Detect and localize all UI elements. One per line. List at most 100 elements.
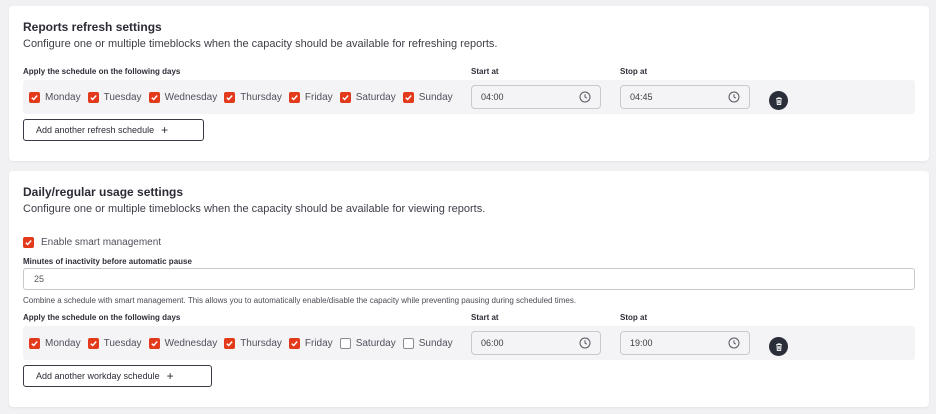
delete-schedule-button[interactable] [769, 91, 788, 110]
check-icon [89, 95, 97, 101]
day-label: Saturday [355, 338, 396, 349]
day-saturday[interactable]: Saturday [339, 338, 403, 349]
refresh-days: Monday Tuesday Wednesday Thursday Friday… [29, 91, 460, 104]
trash-icon [775, 342, 782, 351]
check-icon [291, 95, 298, 101]
day-label: Tuesday [103, 92, 142, 103]
daily-start-time-input[interactable]: 06:00 [471, 331, 601, 355]
day-label: Thursday [240, 338, 282, 349]
check-icon [226, 341, 233, 347]
day-label: Monday [45, 338, 81, 349]
day-sunday[interactable]: Sunday [402, 338, 460, 349]
refresh-stop-time-input[interactable]: 04:45 [620, 85, 750, 109]
day-checkbox[interactable] [288, 92, 300, 103]
day-saturday[interactable]: Saturday [339, 92, 403, 103]
check-icon [226, 95, 233, 101]
refresh-stop-label: Stop at [620, 67, 648, 76]
day-label: Thursday [240, 92, 282, 103]
check-icon [150, 95, 158, 101]
smart-management-label: Enable smart management [41, 237, 162, 248]
day-label: Tuesday [103, 338, 142, 349]
clock-icon[interactable] [728, 337, 740, 349]
refresh-start-time-value: 04:00 [481, 92, 504, 102]
check-icon [31, 341, 38, 347]
day-label: Saturday [355, 92, 396, 103]
minutes-value: 25 [34, 274, 45, 284]
daily-days: Monday Tuesday Wednesday Thursday Friday… [29, 337, 460, 350]
refresh-description: Configure one or multiple timeblocks whe… [23, 38, 498, 50]
day-checkbox[interactable] [224, 92, 236, 103]
day-friday[interactable]: Friday [288, 92, 340, 103]
smart-management-checkbox[interactable] [23, 237, 34, 248]
day-monday[interactable]: Monday [29, 92, 88, 103]
day-checkbox[interactable] [148, 92, 160, 103]
add-workday-schedule-button[interactable]: Add another workday schedule + [23, 365, 212, 387]
check-icon [341, 95, 349, 101]
day-tuesday[interactable]: Tuesday [87, 92, 149, 103]
add-workday-schedule-label: Add another workday schedule [36, 371, 160, 381]
refresh-days-label: Apply the schedule on the following days [23, 67, 181, 76]
combine-note: Combine a schedule with smart management… [23, 296, 577, 305]
daily-description: Configure one or multiple timeblocks whe… [23, 203, 486, 215]
day-checkbox[interactable] [288, 338, 300, 349]
day-wednesday[interactable]: Wednesday [148, 338, 225, 349]
minutes-input[interactable]: 25 [23, 268, 915, 290]
daily-usage-card: Daily/regular usage settings Configure o… [9, 171, 929, 407]
plus-icon: + [166, 369, 174, 383]
day-checkbox[interactable] [87, 92, 99, 103]
day-checkbox[interactable] [339, 338, 351, 349]
day-checkbox[interactable] [402, 92, 414, 103]
clock-icon[interactable] [579, 91, 591, 103]
day-checkbox[interactable] [29, 338, 40, 349]
refresh-stop-time-value: 04:45 [630, 92, 653, 102]
day-tuesday[interactable]: Tuesday [87, 338, 149, 349]
add-refresh-schedule-button[interactable]: Add another refresh schedule + [23, 119, 204, 141]
check-icon [89, 341, 97, 347]
day-checkbox[interactable] [87, 338, 99, 349]
day-sunday[interactable]: Sunday [402, 92, 460, 103]
smart-management-toggle[interactable]: Enable smart management [23, 237, 161, 248]
add-refresh-schedule-label: Add another refresh schedule [36, 125, 155, 135]
delete-schedule-button[interactable] [769, 337, 788, 356]
day-label: Friday [304, 92, 333, 103]
daily-schedule-row: Monday Tuesday Wednesday Thursday Friday… [23, 326, 915, 360]
day-checkbox[interactable] [29, 92, 40, 103]
day-label: Sunday [418, 92, 453, 103]
day-checkbox[interactable] [402, 338, 414, 349]
check-icon [291, 341, 298, 347]
refresh-start-time-input[interactable]: 04:00 [471, 85, 601, 109]
minutes-label: Minutes of inactivity before automatic p… [23, 257, 192, 266]
day-label: Monday [45, 92, 81, 103]
day-label: Wednesday [164, 92, 218, 103]
daily-start-time-value: 06:00 [481, 338, 504, 348]
daily-stop-time-input[interactable]: 19:00 [620, 331, 750, 355]
clock-icon[interactable] [579, 337, 591, 349]
daily-stop-label: Stop at [620, 313, 648, 322]
refresh-title: Reports refresh settings [23, 20, 162, 34]
day-label: Friday [304, 338, 333, 349]
check-icon [405, 95, 412, 101]
plus-icon: + [161, 123, 169, 137]
refresh-settings-card: Reports refresh settings Configure one o… [9, 6, 929, 161]
day-thursday[interactable]: Thursday [224, 338, 289, 349]
day-monday[interactable]: Monday [29, 338, 88, 349]
daily-days-label: Apply the schedule on the following days [23, 313, 181, 322]
clock-icon[interactable] [728, 91, 740, 103]
day-wednesday[interactable]: Wednesday [148, 92, 225, 103]
daily-stop-time-value: 19:00 [630, 338, 653, 348]
refresh-start-label: Start at [471, 67, 499, 76]
refresh-schedule-row: Monday Tuesday Wednesday Thursday Friday… [23, 80, 915, 114]
day-label: Wednesday [164, 338, 218, 349]
check-icon [25, 240, 32, 246]
day-thursday[interactable]: Thursday [224, 92, 289, 103]
day-friday[interactable]: Friday [288, 338, 340, 349]
trash-icon [775, 96, 782, 105]
day-checkbox[interactable] [224, 338, 236, 349]
check-icon [150, 341, 158, 347]
day-label: Sunday [418, 338, 453, 349]
daily-start-label: Start at [471, 313, 499, 322]
daily-title: Daily/regular usage settings [23, 185, 184, 199]
check-icon [31, 95, 38, 101]
day-checkbox[interactable] [339, 92, 351, 103]
day-checkbox[interactable] [148, 338, 160, 349]
